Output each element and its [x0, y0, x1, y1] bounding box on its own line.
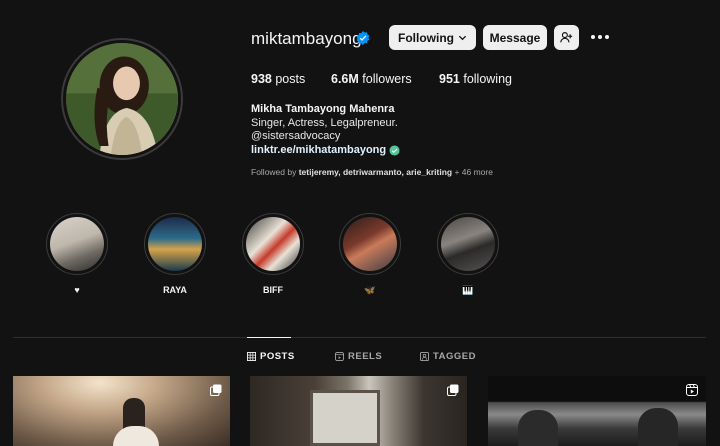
- tab-reels[interactable]: REELS: [335, 351, 382, 362]
- tab-tagged[interactable]: TAGGED: [420, 351, 476, 362]
- highlight-cover: [50, 217, 104, 271]
- active-tab-indicator: [247, 337, 291, 338]
- following-count[interactable]: 951 following: [439, 72, 512, 86]
- chevron-down-icon: [458, 35, 467, 41]
- reels-icon: [335, 352, 344, 361]
- highlight-5[interactable]: [437, 213, 499, 275]
- highlight-cover: [343, 217, 397, 271]
- message-label: Message: [489, 30, 541, 45]
- highlight-cover: [441, 217, 495, 271]
- avatar-image: [66, 43, 178, 155]
- followed-by-text[interactable]: Followed by tetijeremy, detriwarmanto, a…: [251, 167, 493, 177]
- message-button[interactable]: Message: [483, 25, 547, 50]
- tab-posts[interactable]: POSTS: [247, 351, 295, 362]
- highlight-1[interactable]: [46, 213, 108, 275]
- profile-username: miktambayong: [251, 29, 362, 48]
- highlight-cover: [148, 217, 202, 271]
- grid-icon: [247, 352, 256, 361]
- highlight-label: BIFF: [263, 285, 283, 295]
- following-label: Following: [398, 30, 454, 45]
- highlight-2[interactable]: [144, 213, 206, 275]
- post-thumbnail[interactable]: [488, 376, 706, 446]
- more-options-icon[interactable]: [591, 29, 609, 45]
- add-user-icon: [560, 32, 573, 43]
- followers-count[interactable]: 6.6M followers: [331, 72, 412, 86]
- highlight-label: 🦋: [364, 285, 376, 295]
- tagged-icon: [420, 352, 429, 361]
- highlight-cover: [246, 217, 300, 271]
- highlight-label: 🎹: [462, 285, 474, 295]
- highlight-3[interactable]: [242, 213, 304, 275]
- following-button[interactable]: Following: [389, 25, 476, 50]
- bio-description: Singer, Actress, Legalpreneur.: [251, 117, 398, 129]
- highlight-4[interactable]: [339, 213, 401, 275]
- bio-mention-link[interactable]: @sistersadvocacy: [251, 130, 340, 143]
- posts-count: 938 posts: [251, 72, 306, 86]
- post-thumbnail[interactable]: [13, 376, 230, 446]
- bio-full-name: Mikha Tambayong Mahenra: [251, 103, 395, 115]
- carousel-icon: [210, 384, 222, 396]
- highlight-label: ♥: [74, 285, 80, 295]
- bio-external-link[interactable]: linktr.ee/mikhatambayong: [251, 144, 400, 157]
- tabs-divider: [13, 337, 706, 338]
- link-verified-icon: [389, 145, 400, 156]
- carousel-icon: [447, 384, 459, 396]
- verified-badge-icon: [356, 31, 370, 45]
- reel-icon: [686, 384, 698, 396]
- highlight-label: RAYA: [163, 285, 187, 295]
- post-thumbnail[interactable]: [250, 376, 467, 446]
- profile-avatar[interactable]: [61, 38, 183, 160]
- add-user-button[interactable]: [554, 25, 579, 50]
